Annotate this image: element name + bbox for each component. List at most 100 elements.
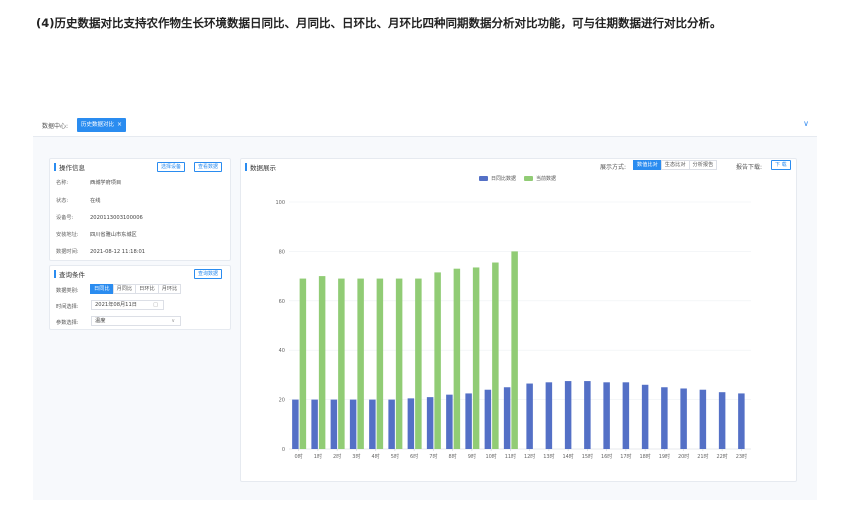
tab-label: 历史数据对比 — [81, 122, 115, 128]
field-data-time: 数据时间: 2021-08-12 11:18:01 — [56, 249, 146, 255]
chevron-down-icon[interactable]: ∨ — [803, 119, 809, 128]
x-tick-label: 18时 — [639, 453, 650, 460]
type-month-mom[interactable]: 月环比 — [157, 284, 182, 294]
bar-current — [472, 267, 480, 449]
close-icon[interactable]: × — [117, 121, 122, 128]
page-heading: (4)历史数据对比支持农作物生长环境数据日同比、月同比、日环比、月环比四种同期数… — [36, 16, 722, 30]
x-tick-label: 14时 — [562, 453, 573, 460]
y-tick-label: 100 — [275, 200, 285, 206]
bar-current — [511, 251, 518, 449]
x-tick-label: 13时 — [543, 453, 554, 460]
x-tick-label: 19时 — [659, 453, 670, 460]
bar-daily-yoy — [369, 399, 376, 449]
bar-daily-yoy — [330, 399, 338, 449]
param-value: 温度 — [95, 318, 106, 324]
bar-daily-yoy — [426, 397, 434, 449]
field-name: 名称: 西城学府项目 — [56, 180, 122, 186]
bar-current — [357, 278, 364, 449]
x-tick-label: 1时 — [314, 453, 322, 460]
y-tick-label: 80 — [279, 249, 285, 255]
bar-daily-yoy — [622, 382, 630, 449]
bar-current — [299, 278, 307, 449]
bar-daily-yoy — [603, 382, 610, 449]
bar-daily-yoy — [503, 387, 511, 449]
bar-current — [453, 268, 461, 449]
type-month-yoy[interactable]: 月同比 — [112, 284, 137, 294]
y-tick-label: 0 — [282, 447, 285, 453]
date-value: 2021年08月11日 — [95, 302, 137, 308]
field-device-no: 设备号: 2020113003100006 — [56, 215, 143, 221]
bar-current — [376, 278, 384, 449]
bar-current — [434, 272, 441, 449]
calendar-icon: □ — [153, 302, 158, 308]
bar-daily-yoy — [388, 399, 395, 449]
type-day-yoy[interactable]: 日同比 — [90, 284, 114, 294]
field-address: 安装地址: 四川省雅山市东城区 — [56, 232, 137, 238]
title-marker — [54, 163, 56, 171]
bar-daily-yoy — [484, 389, 492, 449]
bar-current — [395, 278, 403, 449]
x-tick-label: 7时 — [429, 453, 437, 460]
x-tick-label: 12时 — [524, 453, 535, 460]
type-segmented: 日同比 月同比 日环比 月环比 — [90, 284, 182, 294]
x-tick-label: 15时 — [582, 453, 593, 460]
bar-daily-yoy — [545, 382, 553, 449]
x-tick-label: 22时 — [716, 453, 727, 460]
bar-daily-yoy — [349, 399, 357, 449]
x-tick-label: 10时 — [485, 453, 496, 460]
bar-daily-yoy — [661, 387, 668, 449]
x-tick-label: 9时 — [468, 453, 476, 460]
select-device-button[interactable]: 选择设备 — [157, 162, 186, 172]
date-input[interactable]: 2021年08月11日 □ — [91, 300, 164, 310]
chevron-down-icon: ∨ — [171, 318, 175, 324]
x-tick-label: 8时 — [449, 453, 457, 460]
breadcrumb: 数据中心: — [42, 123, 69, 130]
type-day-mom[interactable]: 日环比 — [135, 284, 159, 294]
x-tick-label: 3时 — [352, 453, 360, 460]
bar-daily-yoy — [311, 399, 318, 449]
x-tick-label: 6时 — [410, 453, 418, 460]
title-marker — [54, 270, 56, 278]
time-label: 时间选择: — [56, 304, 79, 310]
param-select[interactable]: 温度 ∨ — [91, 316, 181, 326]
panel-title: 操作信息 — [54, 162, 85, 172]
bar-current — [338, 278, 345, 449]
bar-daily-yoy — [584, 381, 591, 449]
x-tick-label: 20时 — [678, 453, 689, 460]
app-window: 数据中心: 历史数据对比 × ∨ 操作信息 选择设备 查看数据 名称: 西城学府项目… — [33, 115, 817, 500]
bar-daily-yoy — [564, 381, 572, 449]
tab-history-compare[interactable]: 历史数据对比 × — [77, 118, 127, 132]
x-tick-label: 0时 — [295, 453, 303, 460]
x-tick-label: 23时 — [736, 453, 747, 460]
x-tick-label: 17时 — [620, 453, 631, 460]
bar-daily-yoy — [292, 399, 299, 449]
bar-daily-yoy — [718, 392, 726, 449]
top-bar: 数据中心: 历史数据对比 × ∨ — [33, 115, 817, 137]
bar-current — [492, 262, 499, 449]
bar-chart: 0 20 40 60 80 100 0时 1时 2时 3时 4时 5时 6时 7时 8时 9时 10时 11时 12… — [275, 200, 751, 460]
type-label: 数据类别: — [56, 288, 79, 294]
x-tick-label: 21时 — [697, 453, 708, 460]
ops-title: 操作信息 — [59, 164, 85, 172]
x-tick-label: 2时 — [333, 453, 341, 460]
y-tick-label: 60 — [279, 299, 285, 305]
field-status: 状态: 在线 — [56, 198, 101, 204]
param-label: 参数选择: — [56, 320, 79, 326]
x-tick-label: 11时 — [505, 453, 516, 460]
bar-current — [318, 276, 326, 449]
x-tick-label: 5时 — [391, 453, 399, 460]
y-tick-label: 40 — [279, 348, 285, 354]
x-tick-label: 4时 — [372, 453, 380, 460]
query-data-button[interactable]: 查询数据 — [194, 269, 223, 279]
bar-daily-yoy — [526, 383, 533, 449]
operation-info-panel: 操作信息 选择设备 查看数据 名称: 西城学府项目 状态: 在线 设备号: 20201… — [49, 158, 231, 261]
query-panel: 查询条件 查询数据 数据类别: 日同比 月同比 日环比 月环比 时间选择: 20… — [49, 265, 231, 330]
bar-daily-yoy — [738, 393, 745, 449]
bar-daily-yoy — [446, 394, 453, 449]
bar-daily-yoy — [641, 384, 649, 449]
bar-daily-yoy — [465, 393, 472, 449]
view-data-button[interactable]: 查看数据 — [194, 162, 223, 172]
bar-daily-yoy — [407, 398, 415, 449]
y-tick-label: 20 — [279, 398, 285, 404]
panel-title: 查询条件 — [54, 269, 85, 279]
